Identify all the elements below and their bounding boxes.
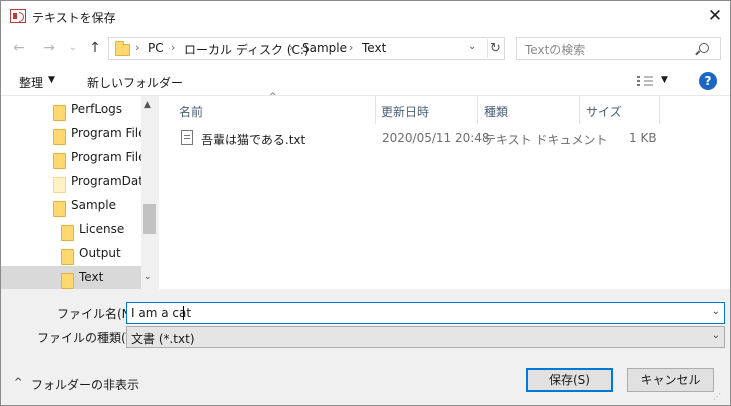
back-arrow-icon[interactable]: ← — [10, 38, 28, 58]
tree-item-label: Output — [79, 246, 121, 260]
file-list: ^ 名前 更新日時 種類 サイズ 吾輩は猫である.txt 2020/05/11 … — [159, 92, 730, 289]
text-document-icon — [181, 130, 193, 145]
folder-icon — [61, 249, 74, 265]
scroll-down-icon[interactable]: ⌄ — [144, 272, 152, 282]
column-header-size[interactable]: サイズ — [586, 103, 622, 120]
column-divider[interactable] — [579, 96, 580, 124]
filetype-value: 文書 (*.txt) — [131, 332, 195, 346]
file-modified: 2020/05/11 20:48 — [382, 131, 490, 145]
sort-ascending-icon: ^ — [269, 92, 277, 102]
column-header-type[interactable]: 種類 — [484, 103, 508, 120]
folder-icon — [53, 177, 66, 193]
column-header-modified[interactable]: 更新日時 — [381, 103, 429, 120]
address-bar[interactable]: › PC › ローカル ディスク (C:) › Sample › Text ⌄ … — [108, 37, 505, 60]
close-button[interactable]: ✕ — [701, 6, 729, 28]
tree-item-label: Sample — [71, 198, 116, 212]
chevron-down-icon[interactable]: ⌄ — [712, 330, 720, 341]
tree-item-sample[interactable]: Sample — [1, 194, 141, 218]
search-input[interactable]: Textの検索 — [516, 37, 721, 60]
forward-arrow-icon[interactable]: → — [40, 38, 58, 58]
navigation-pane: PerfLogs Program Files Program Files Pro… — [1, 96, 158, 289]
chevron-right-icon[interactable]: › — [289, 41, 293, 54]
folder-icon — [53, 201, 66, 217]
recent-locations-icon[interactable]: ⌄ — [64, 38, 82, 58]
file-row[interactable]: 吾輩は猫である.txt 2020/05/11 20:48 テキスト ドキュメント… — [159, 128, 730, 150]
search-placeholder: Textの検索 — [525, 43, 586, 57]
breadcrumb-pc[interactable]: PC — [148, 41, 164, 55]
tree-item-label: License — [79, 222, 125, 236]
help-icon[interactable]: ? — [699, 72, 717, 90]
view-options-icon[interactable] — [637, 76, 653, 87]
hide-folders-button[interactable]: フォルダーの非表示 — [31, 376, 139, 393]
organize-button[interactable]: 整理 — [19, 74, 43, 91]
cancel-button[interactable]: キャンセル — [627, 368, 714, 392]
folder-icon — [115, 41, 130, 56]
folder-icon — [53, 129, 66, 145]
filetype-select[interactable]: 文書 (*.txt) ⌄ — [126, 326, 725, 348]
chevron-down-icon[interactable]: ⌄ — [468, 41, 476, 52]
column-header-name[interactable]: 名前 — [179, 103, 203, 120]
breadcrumb-sample[interactable]: Sample — [302, 41, 347, 55]
chevron-right-icon[interactable]: › — [349, 41, 353, 54]
filename-field[interactable]: I am a cat ⌄ — [126, 302, 725, 324]
audio-app-icon — [10, 9, 26, 23]
tree-item-label: Program Files — [71, 126, 152, 140]
new-folder-button[interactable]: 新しいフォルダー — [87, 74, 183, 91]
tree-scrollbar[interactable]: ▲ ⌄ — [141, 96, 158, 289]
folder-icon — [53, 153, 66, 169]
tree-item-text[interactable]: Text — [1, 266, 141, 289]
file-size: 1 KB — [629, 131, 657, 145]
tree-item-output[interactable]: Output — [1, 242, 141, 266]
breadcrumb-text[interactable]: Text — [362, 41, 386, 55]
save-form: ファイル名(N): I am a cat ⌄ ファイルの種類(T): 文書 (*… — [1, 289, 730, 405]
chevron-down-icon[interactable]: ▼ — [48, 75, 55, 85]
chevron-up-icon[interactable]: ^ — [14, 377, 22, 388]
scroll-up-icon[interactable]: ▲ — [144, 100, 151, 110]
tree-item-program-files-x86[interactable]: Program Files — [1, 146, 152, 170]
text-cursor — [183, 306, 184, 320]
resize-grip-icon[interactable]: ⋰ — [713, 392, 721, 401]
tree-item-label: ProgramData — [71, 174, 151, 188]
navigation-bar: ← → ⌄ ↑ › PC › ローカル ディスク (C:) › Sample ›… — [1, 32, 730, 66]
up-arrow-icon[interactable]: ↑ — [86, 38, 104, 58]
save-dialog: テキストを保存 ✕ ← → ⌄ ↑ › PC › ローカル ディスク (C:) … — [0, 0, 731, 406]
chevron-down-icon[interactable]: ▼ — [661, 75, 668, 85]
chevron-right-icon[interactable]: › — [135, 41, 139, 54]
save-button[interactable]: 保存(S) — [526, 368, 613, 392]
tree-item-label: Text — [79, 270, 104, 284]
tree-item-label: Program Files — [71, 150, 152, 164]
tree-item-perflogs[interactable]: PerfLogs — [1, 98, 141, 122]
file-type: テキスト ドキュメント — [484, 133, 608, 147]
window-title: テキストを保存 — [32, 11, 116, 25]
tree-item-license[interactable]: License — [1, 218, 141, 242]
tree-item-program-files[interactable]: Program Files — [1, 122, 152, 146]
file-name: 吾輩は猫である.txt — [201, 133, 306, 147]
column-divider[interactable] — [659, 96, 660, 124]
scroll-thumb[interactable] — [143, 204, 156, 234]
column-divider[interactable] — [375, 96, 376, 124]
refresh-icon[interactable]: ↻ — [487, 39, 503, 58]
column-divider[interactable] — [477, 96, 478, 124]
command-bar: 整理 ▼ 新しいフォルダー ▼ ? — [1, 66, 730, 96]
title-bar: テキストを保存 ✕ — [1, 1, 730, 32]
folder-icon — [61, 273, 74, 289]
tree-item-label: PerfLogs — [71, 102, 123, 116]
tree-item-programdata[interactable]: ProgramData — [1, 170, 150, 194]
folder-icon — [53, 105, 66, 121]
search-icon[interactable] — [699, 43, 709, 53]
chevron-right-icon[interactable]: › — [171, 41, 175, 54]
chevron-down-icon[interactable]: ⌄ — [712, 306, 720, 317]
folder-icon — [61, 225, 74, 241]
